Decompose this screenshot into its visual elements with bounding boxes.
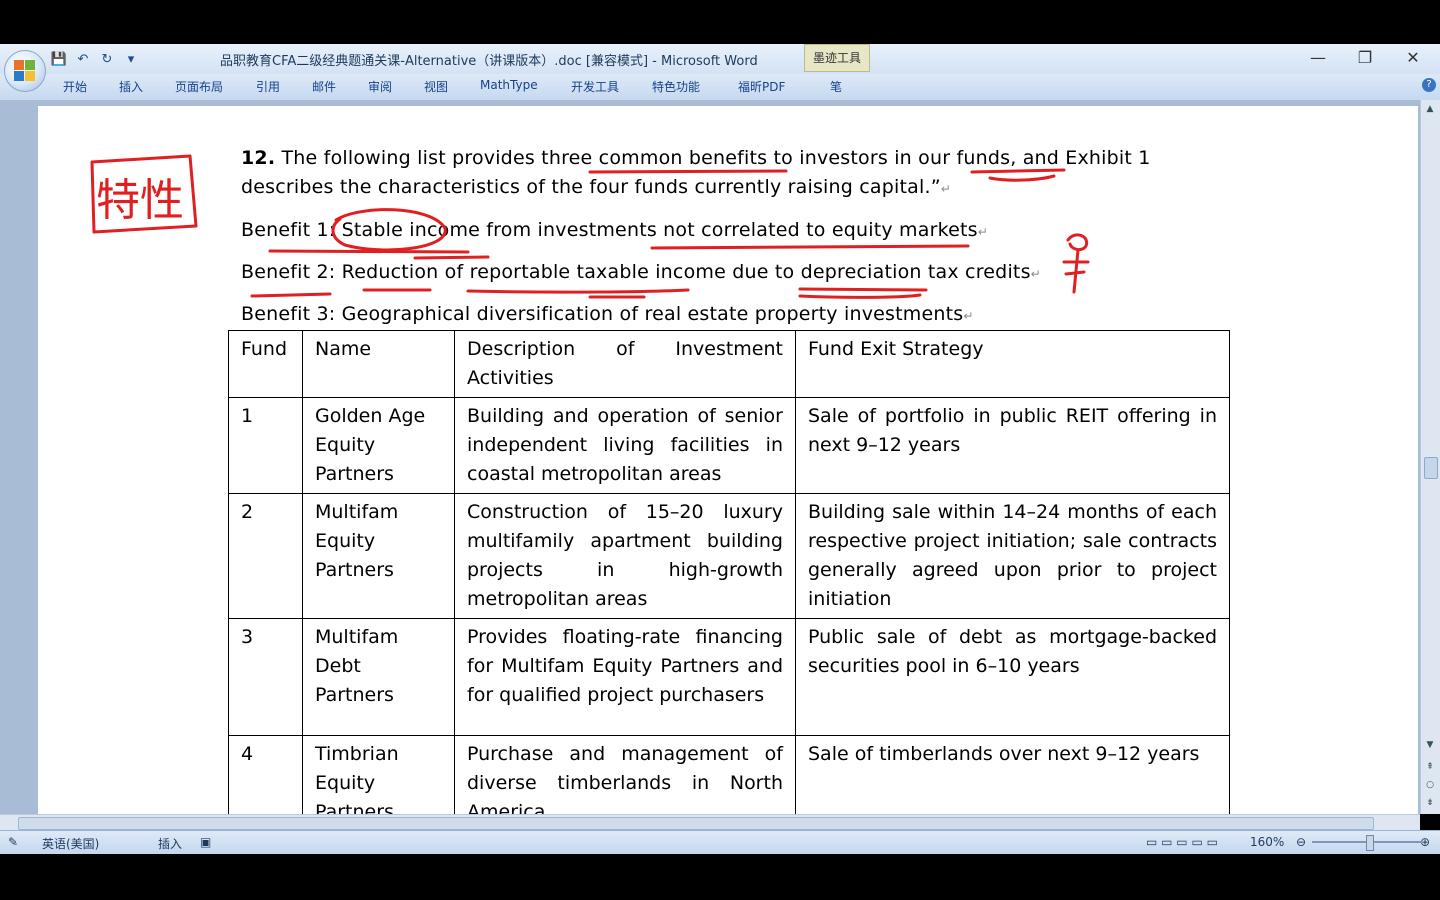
- fund-number: 1: [228, 397, 303, 494]
- fund-exit-strategy: Sale of timberlands over next 9–12 years: [795, 735, 1230, 814]
- scroll-up-icon[interactable]: ▲: [1424, 104, 1436, 116]
- exhibit-1-table: Fund Name Description of Investment Acti…: [228, 330, 1230, 814]
- tab-insert[interactable]: 插入: [119, 78, 143, 95]
- benefit-1: Benefit 1: Stable income from investment…: [241, 219, 989, 241]
- document-page[interactable]: 12. The following list provides three co…: [38, 106, 1418, 814]
- undo-icon[interactable]: ↶: [74, 52, 92, 67]
- tab-review[interactable]: 审阅: [368, 78, 392, 95]
- status-bar: ✎ 英语(美国) 插入 ▣ ▭ ▭ ▭ ▭ ▭ 160% ⊖ ⊕: [0, 830, 1440, 855]
- help-icon[interactable]: ?: [1422, 78, 1436, 92]
- quick-access-toolbar: 💾 ↶ ↻ ▾: [50, 48, 140, 70]
- header-name: Name: [302, 330, 455, 398]
- ink-tools-contextual-tab[interactable]: 墨迹工具: [804, 44, 870, 72]
- tab-developer[interactable]: 开发工具: [571, 78, 619, 95]
- previous-page-icon[interactable]: ⇞: [1424, 762, 1436, 774]
- question-intro-line2: describes the characteristics of the fou…: [241, 176, 952, 198]
- tab-mathtype[interactable]: MathType: [480, 78, 538, 92]
- benefit-3: Benefit 3: Geographical diversification …: [241, 303, 974, 325]
- fund-name: Multifam Debt Partners: [302, 618, 455, 736]
- vertical-scroll-thumb[interactable]: [1424, 457, 1438, 479]
- table-row: 1 Golden Age Equity Partners Building an…: [228, 397, 1230, 494]
- proofing-icon[interactable]: ✎: [8, 835, 18, 849]
- header-description: Description of Investment Activities: [454, 330, 796, 398]
- question-intro-line1: 12. The following list provides three co…: [241, 147, 1151, 169]
- header-fund: Fund: [228, 330, 303, 398]
- save-icon[interactable]: 💾: [50, 52, 68, 67]
- fund-name: Multifam Equity Partners: [302, 493, 455, 619]
- next-page-icon[interactable]: ⇟: [1424, 798, 1436, 810]
- restore-button[interactable]: ❐: [1350, 48, 1380, 67]
- fund-description: Purchase and management of diverse timbe…: [454, 735, 796, 814]
- scroll-down-icon[interactable]: ▼: [1424, 740, 1436, 752]
- horizontal-scrollbar[interactable]: [0, 814, 1420, 831]
- horizontal-scroll-thumb[interactable]: [18, 817, 1374, 830]
- redo-icon[interactable]: ↻: [98, 52, 116, 67]
- fund-exit-strategy: Public sale of debt as mortgage-backed s…: [795, 618, 1230, 736]
- zoom-level[interactable]: 160%: [1250, 835, 1284, 849]
- bottom-letterbox: [0, 854, 1440, 900]
- zoom-out-icon[interactable]: ⊖: [1296, 835, 1306, 849]
- fund-number: 3: [228, 618, 303, 736]
- fund-number: 2: [228, 493, 303, 619]
- table-header-row: Fund Name Description of Investment Acti…: [228, 330, 1230, 398]
- tab-home[interactable]: 开始: [63, 78, 87, 95]
- zoom-slider-knob[interactable]: [1366, 835, 1374, 851]
- tab-features[interactable]: 特色功能: [652, 78, 700, 95]
- fund-exit-strategy: Sale of portfolio in public REIT offerin…: [795, 397, 1230, 494]
- top-letterbox: [0, 0, 1440, 44]
- insert-mode-indicator[interactable]: 插入: [158, 835, 182, 852]
- tab-pen[interactable]: 笔: [830, 78, 842, 95]
- table-row: 3 Multifam Debt Partners Provides floati…: [228, 618, 1230, 736]
- fund-name: Golden Age Equity Partners: [302, 397, 455, 494]
- tab-view[interactable]: 视图: [424, 78, 448, 95]
- tab-foxit-pdf[interactable]: 福昕PDF: [738, 78, 785, 95]
- vertical-scrollbar[interactable]: ▲ ▼ ⇞ ○ ⇟: [1420, 100, 1440, 814]
- window-title: 品职教育CFA二级经典题通关课-Alternative（讲课版本）.doc [兼…: [220, 54, 758, 69]
- table-row: 4 Timbrian Equity Partners Purchase and …: [228, 735, 1230, 814]
- tab-page-layout[interactable]: 页面布局: [175, 78, 223, 95]
- language-indicator[interactable]: 英语(美国): [42, 835, 99, 852]
- close-button[interactable]: ✕: [1398, 48, 1428, 67]
- office-button[interactable]: [4, 50, 46, 92]
- benefit-2: Benefit 2: Reduction of reportable taxab…: [241, 261, 1041, 283]
- view-buttons[interactable]: ▭ ▭ ▭ ▭ ▭: [1146, 835, 1218, 849]
- fund-name: Timbrian Equity Partners: [302, 735, 455, 814]
- table-row: 2 Multifam Equity Partners Construction …: [228, 493, 1230, 619]
- header-exit-strategy: Fund Exit Strategy: [795, 330, 1230, 398]
- fund-description: Provides floating-rate financing for Mul…: [454, 618, 796, 736]
- question-number: 12.: [241, 147, 276, 169]
- fund-description: Construction of 15–20 luxury multifamily…: [454, 493, 796, 619]
- minimize-button[interactable]: —: [1303, 48, 1333, 67]
- tab-mailings[interactable]: 邮件: [312, 78, 336, 95]
- browse-object-icon[interactable]: ○: [1424, 780, 1436, 792]
- macro-record-icon[interactable]: ▣: [200, 835, 211, 849]
- tab-references[interactable]: 引用: [256, 78, 280, 95]
- customize-qat-icon[interactable]: ▾: [122, 52, 140, 67]
- office-logo-icon: [14, 60, 36, 82]
- fund-exit-strategy: Building sale within 14–24 months of eac…: [795, 493, 1230, 619]
- fund-description: Building and operation of senior indepen…: [454, 397, 796, 494]
- fund-number: 4: [228, 735, 303, 814]
